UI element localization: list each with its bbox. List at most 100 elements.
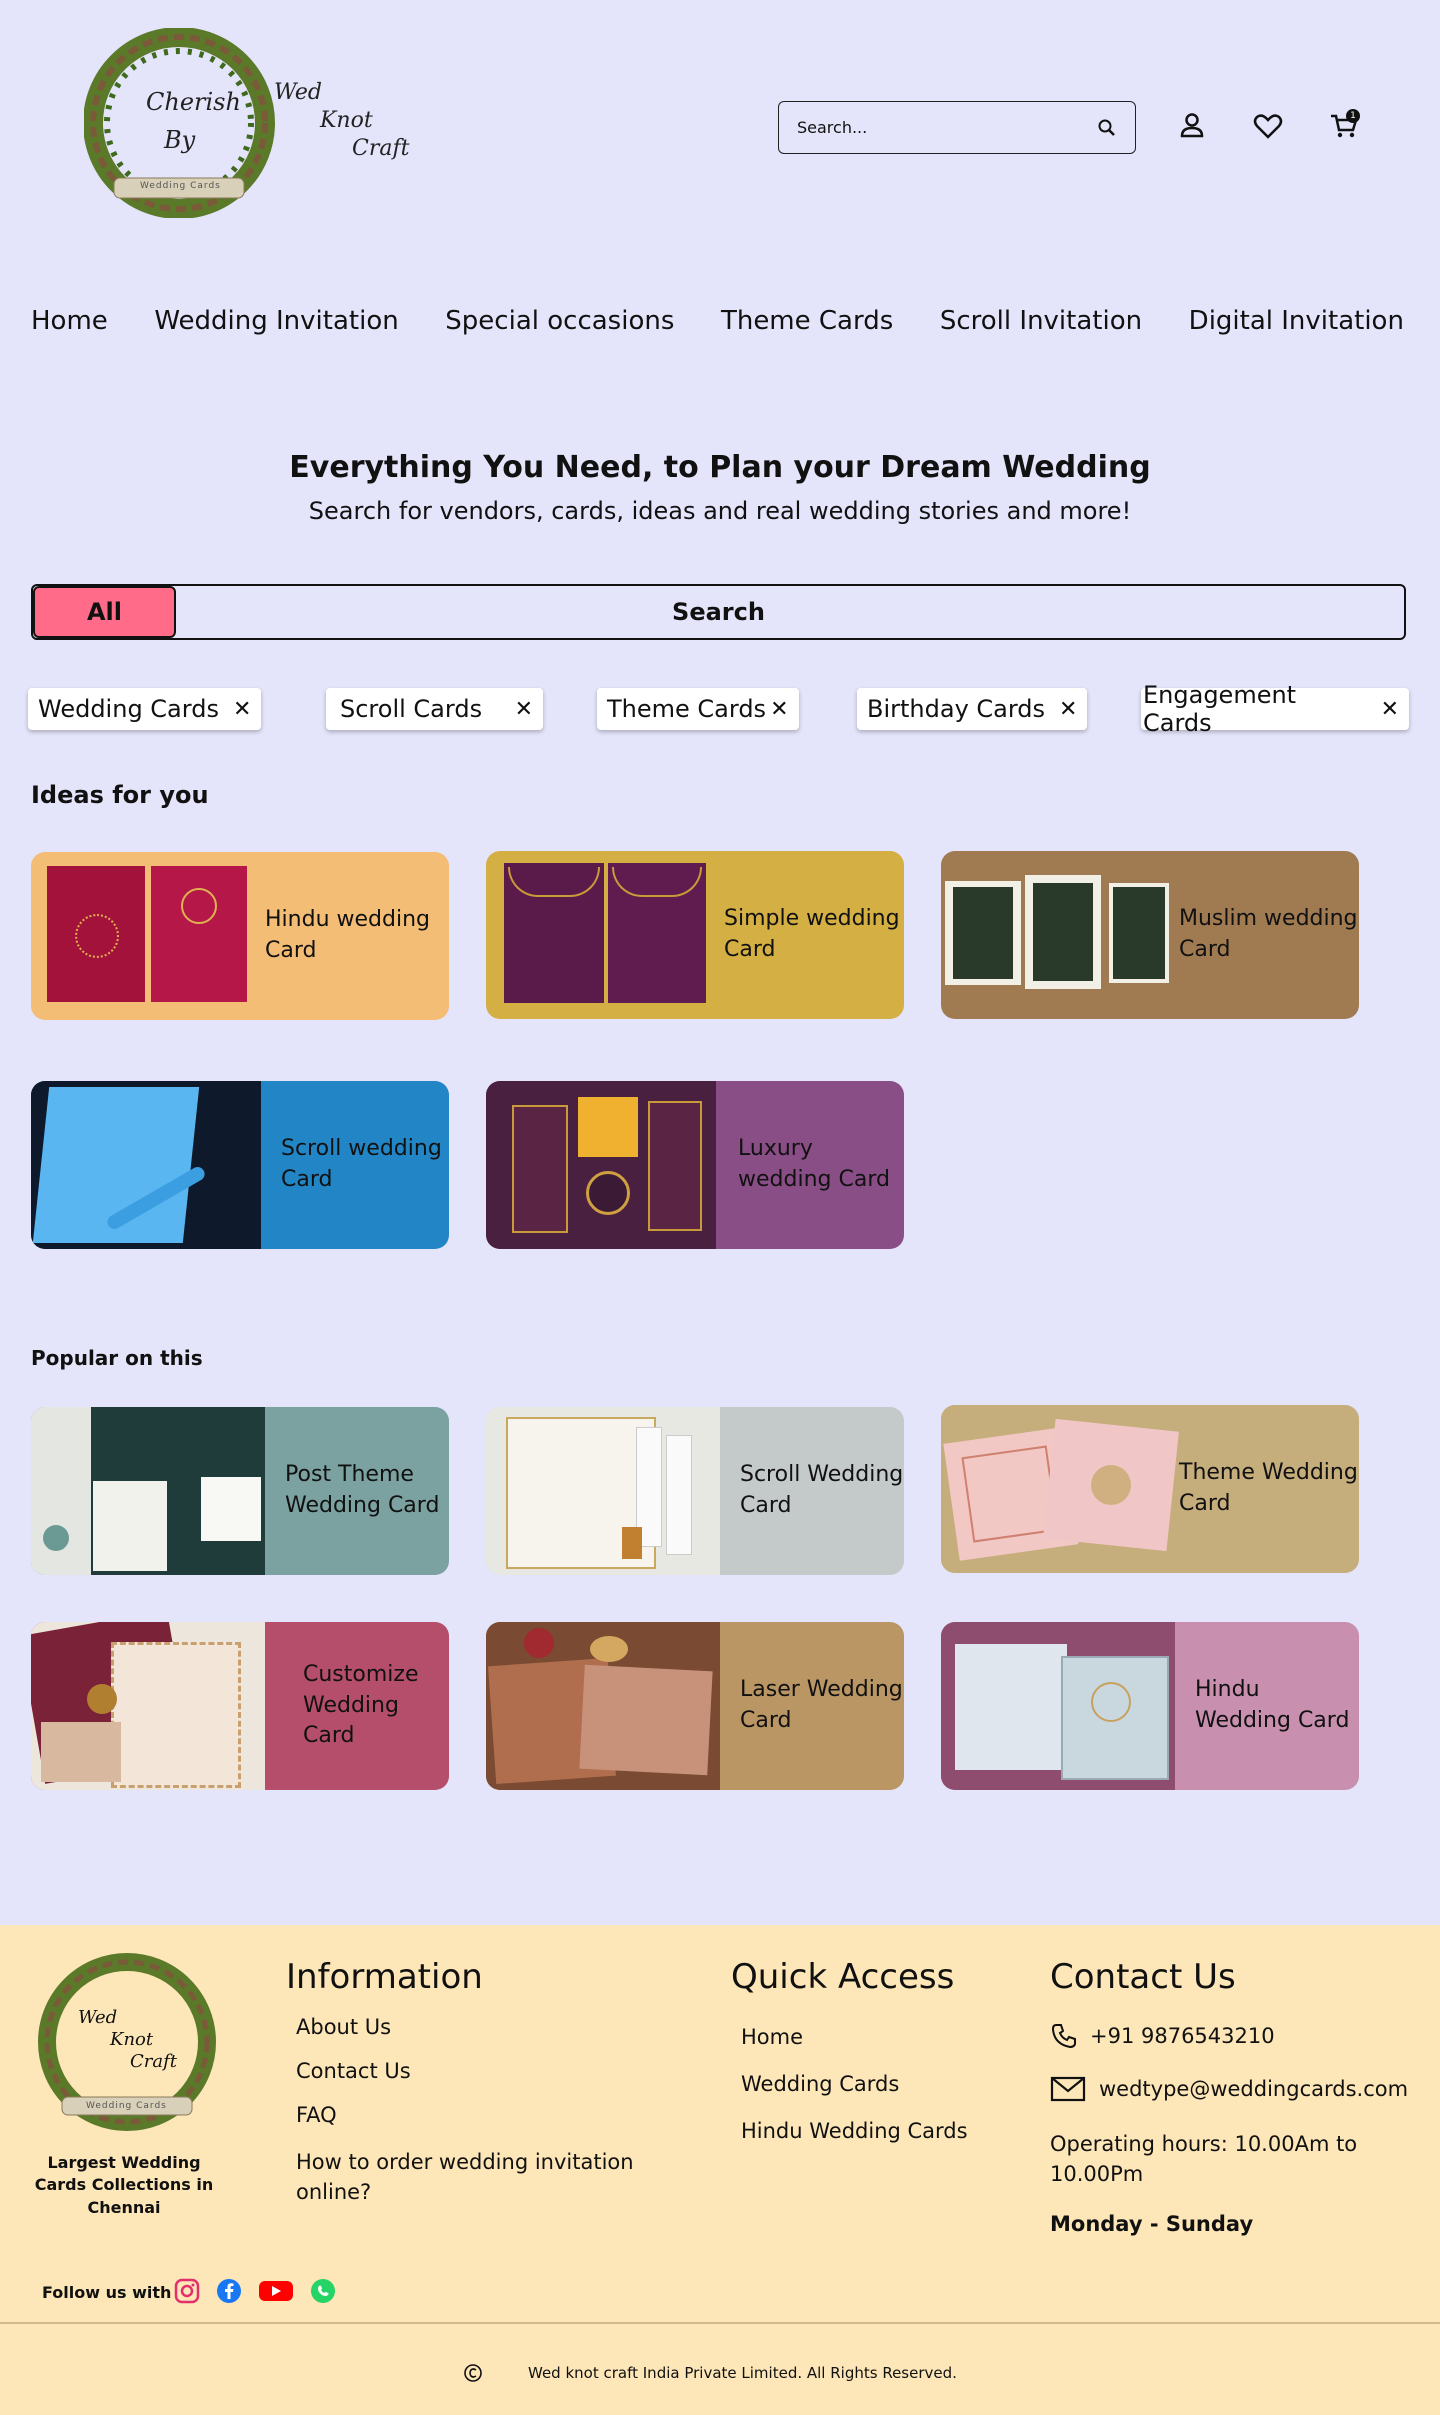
popular-card-hindu[interactable]: Hindu Wedding Card — [941, 1622, 1359, 1790]
idea-card-luxury[interactable]: Luxury wedding Card — [486, 1081, 904, 1249]
search-button[interactable]: Search — [33, 598, 1404, 626]
vendor-search-bar[interactable]: All Search — [31, 584, 1406, 640]
card-label: Scroll wedding Card — [281, 1136, 442, 1192]
whatsapp-icon[interactable] — [310, 2278, 336, 2304]
logo-text-wed: Wed — [274, 80, 322, 105]
search-icon[interactable] — [1097, 118, 1117, 138]
logo-text-by: By — [164, 126, 196, 154]
card-image — [941, 1622, 1175, 1790]
chip-label: Birthday Cards — [867, 695, 1046, 723]
footer-info-title: Information — [286, 1957, 483, 1997]
footer-phone[interactable]: +91 9876543210 — [1090, 2024, 1275, 2048]
footer-days: Monday - Sunday — [1050, 2212, 1254, 2236]
idea-card-muslim[interactable]: Muslim wedding Card — [941, 851, 1359, 1019]
logo-text-cherish: Cherish — [146, 88, 241, 116]
chip-label: Theme Cards — [607, 695, 767, 723]
close-icon[interactable]: ✕ — [515, 697, 533, 722]
card-image — [31, 852, 265, 1020]
footer-link-faq[interactable]: FAQ — [296, 2103, 337, 2127]
nav-scroll-invitation[interactable]: Scroll Invitation — [940, 306, 1142, 336]
popular-card-theme[interactable]: Theme Wedding Card — [941, 1405, 1359, 1573]
idea-card-hindu[interactable]: Hindu wedding Card — [31, 852, 449, 1020]
nav-home[interactable]: Home — [31, 306, 108, 336]
footer-hours: Operating hours: 10.00Am to 10.00Pm — [1050, 2132, 1358, 2187]
logo-text-knot: Knot — [320, 108, 373, 133]
header-search[interactable] — [778, 101, 1136, 154]
filter-chip-scroll-cards[interactable]: Scroll Cards ✕ — [326, 688, 543, 730]
close-icon[interactable]: ✕ — [1381, 697, 1399, 722]
user-icon[interactable] — [1176, 110, 1208, 142]
brand-logo[interactable]: Cherish By Wed Knot Craft Wedding Cards — [83, 27, 414, 219]
search-input[interactable] — [797, 118, 1077, 137]
card-image — [486, 851, 720, 1019]
card-label: Hindu wedding Card — [265, 907, 430, 963]
nav-digital-invitation[interactable]: Digital Invitation — [1189, 306, 1404, 336]
footer-link-home[interactable]: Home — [741, 2025, 803, 2049]
card-image — [486, 1407, 720, 1575]
filter-chip-engagement-cards[interactable]: Engagement Cards ✕ — [1141, 681, 1409, 737]
main-nav: Home Wedding Invitation Special occasion… — [31, 306, 1404, 336]
footer-link-contact[interactable]: Contact Us — [296, 2059, 411, 2083]
card-label: Hindu Wedding Card — [1195, 1677, 1350, 1733]
filter-chip-theme-cards[interactable]: Theme Cards ✕ — [597, 688, 799, 730]
phone-icon — [1051, 2024, 1076, 2049]
footer-copyright: Wed knot craft India Private Limited. Al… — [528, 2364, 957, 2382]
card-image — [486, 1622, 720, 1790]
hero-title: Everything You Need, to Plan your Dream … — [289, 450, 1151, 485]
footer-tagline: Largest Wedding Cards Collections in Che… — [34, 2153, 214, 2217]
idea-card-simple[interactable]: Simple wedding Card — [486, 851, 904, 1019]
close-icon[interactable]: ✕ — [1059, 697, 1077, 722]
close-icon[interactable]: ✕ — [770, 697, 788, 722]
footer-link-how-to-order[interactable]: How to order wedding invitation online? — [296, 2147, 656, 2208]
idea-card-scroll[interactable]: Scroll wedding Card — [31, 1081, 449, 1249]
instagram-icon[interactable] — [174, 2278, 200, 2304]
card-image — [941, 851, 1175, 1019]
card-image — [31, 1407, 265, 1575]
footer-quick-title: Quick Access — [731, 1957, 955, 1997]
card-label: Customize Wedding Card — [303, 1661, 419, 1749]
follow-us-label: Follow us with — [42, 2283, 172, 2302]
popular-section-title: Popular on this — [31, 1346, 203, 1370]
card-label: Simple wedding Card — [724, 906, 900, 962]
card-label: Post Theme Wedding Card — [285, 1462, 440, 1518]
nav-wedding-invitation[interactable]: Wedding Invitation — [154, 306, 398, 336]
card-label: Muslim wedding Card — [1179, 906, 1358, 962]
footer-email[interactable]: wedtype@weddingcards.com — [1099, 2077, 1408, 2101]
card-image — [486, 1081, 716, 1249]
site-footer: Wed Knot Craft Wedding Cards Largest Wed… — [0, 1925, 1440, 2415]
card-image — [31, 1622, 265, 1790]
card-image — [31, 1081, 261, 1249]
popular-card-scroll[interactable]: Scroll Wedding Card — [486, 1407, 904, 1575]
footer-logo[interactable]: Wed Knot Craft Wedding Cards — [32, 1947, 222, 2147]
card-label: Laser Wedding Card — [740, 1677, 903, 1733]
footer-link-wedding-cards[interactable]: Wedding Cards — [741, 2072, 899, 2096]
chip-label: Wedding Cards — [38, 695, 219, 723]
category-all-button[interactable]: All — [33, 586, 176, 638]
heart-icon[interactable] — [1252, 110, 1284, 142]
facebook-icon[interactable] — [216, 2278, 242, 2304]
logo-text-craft: Craft — [352, 136, 410, 161]
footer-link-about[interactable]: About Us — [296, 2015, 391, 2039]
card-label: Scroll Wedding Card — [740, 1462, 904, 1518]
footer-divider — [0, 2322, 1440, 2324]
card-label: Theme Wedding Card — [1179, 1460, 1358, 1516]
footer-contact-title: Contact Us — [1050, 1957, 1236, 1997]
chip-label: Engagement Cards — [1143, 681, 1297, 737]
ideas-section-title: Ideas for you — [31, 781, 209, 809]
card-label: Luxury wedding Card — [738, 1136, 890, 1192]
chip-label: Scroll Cards — [340, 695, 483, 723]
footer-logo-ribbon: Wedding Cards — [86, 2101, 167, 2111]
footer-logo-text-wed: Wed — [78, 2007, 118, 2028]
popular-card-customize[interactable]: Customize Wedding Card — [31, 1622, 449, 1790]
copyright-icon — [464, 2364, 482, 2382]
close-icon[interactable]: ✕ — [233, 697, 251, 722]
filter-chip-birthday-cards[interactable]: Birthday Cards ✕ — [857, 688, 1088, 730]
popular-card-post-theme[interactable]: Post Theme Wedding Card — [31, 1407, 449, 1575]
popular-card-laser[interactable]: Laser Wedding Card — [486, 1622, 904, 1790]
nav-theme-cards[interactable]: Theme Cards — [721, 306, 893, 336]
logo-ribbon-text: Wedding Cards — [140, 181, 221, 191]
youtube-icon[interactable] — [258, 2278, 294, 2304]
nav-special-occasions[interactable]: Special occasions — [445, 306, 674, 336]
footer-link-hindu-wedding-cards[interactable]: Hindu Wedding Cards — [741, 2119, 968, 2143]
filter-chip-wedding-cards[interactable]: Wedding Cards ✕ — [28, 688, 262, 730]
